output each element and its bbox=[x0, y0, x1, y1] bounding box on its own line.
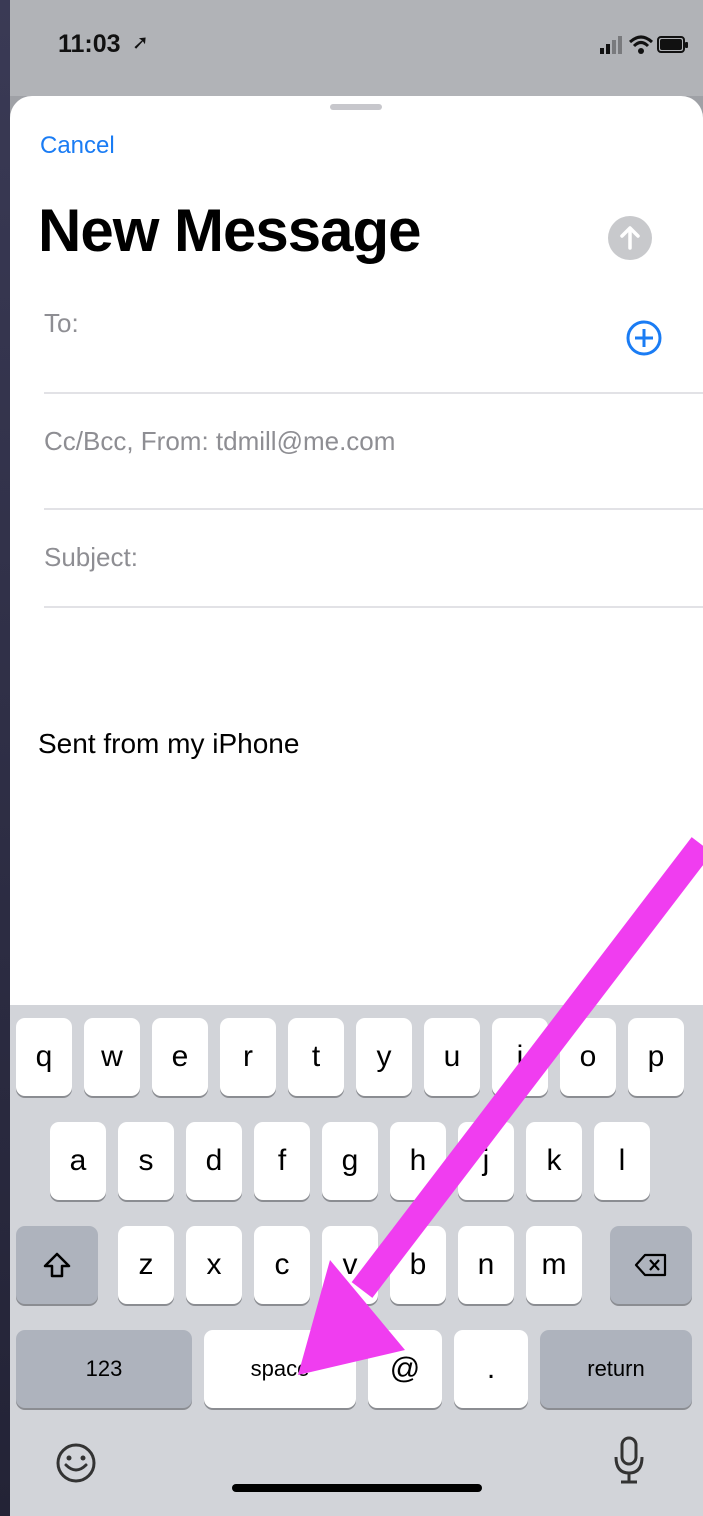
annotation-arrow bbox=[298, 837, 703, 1375]
